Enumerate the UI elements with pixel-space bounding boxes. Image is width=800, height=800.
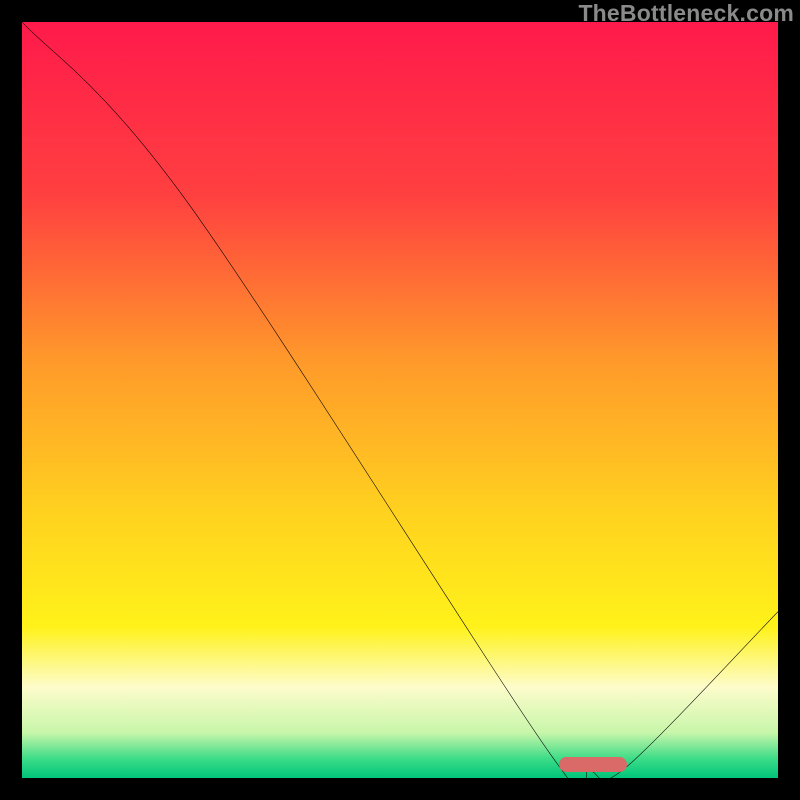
curve-layer [22, 22, 778, 778]
data-curve [22, 22, 778, 778]
flat-minimum-marker [559, 757, 627, 772]
chart-stage: TheBottleneck.com [0, 0, 800, 800]
plot-area [22, 22, 778, 778]
